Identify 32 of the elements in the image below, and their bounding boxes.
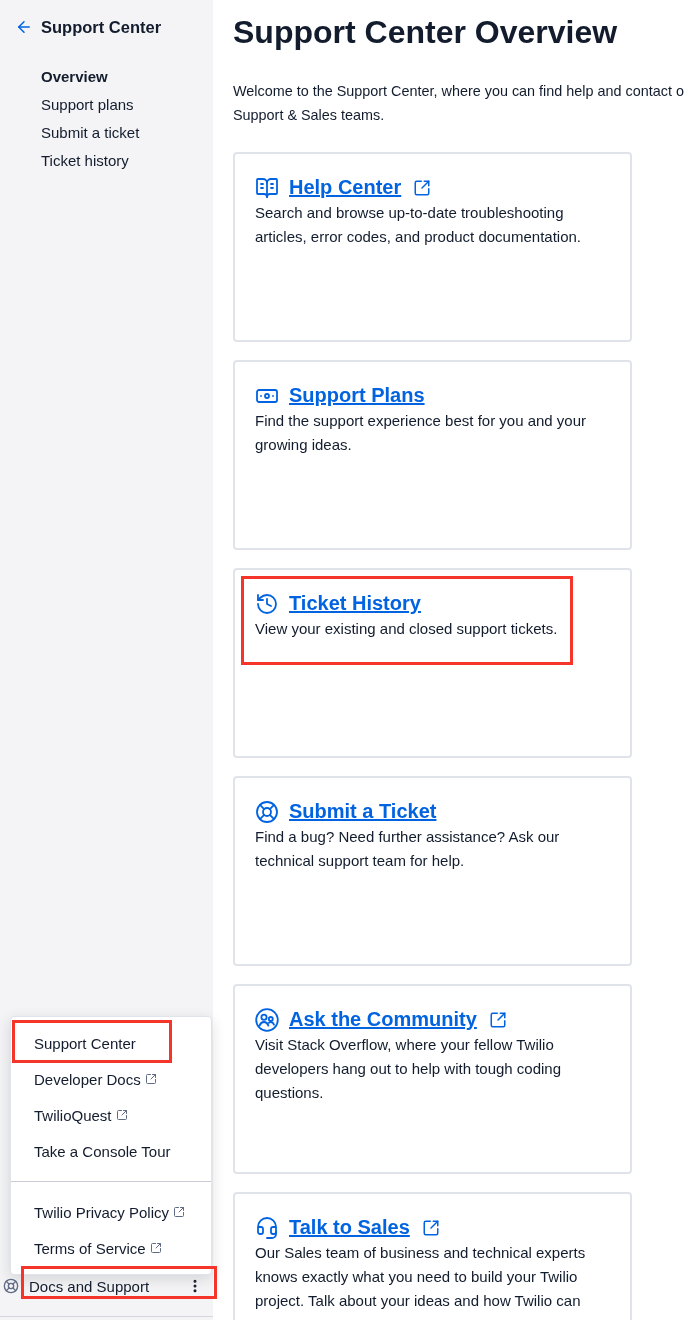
- lifebuoy-icon: [255, 799, 279, 824]
- card-description: Our Sales team of business and technical experts knows exactly what you need to build your Twilio project. Talk about your ideas and how Twilio can: [255, 1243, 587, 1311]
- card-description: Find the support experience best for you and your growing ideas.: [255, 411, 588, 455]
- card-title-link[interactable]: Ask the Community: [289, 1006, 477, 1033]
- sidebar-nav-item[interactable]: Ticket history: [41, 147, 129, 175]
- card-title-link[interactable]: Talk to Sales: [289, 1214, 410, 1241]
- card-description: Find a bug? Need further assistance? Ask our technical support team for help.: [255, 827, 561, 871]
- sidebar-nav-item[interactable]: Submit a ticket: [41, 119, 140, 147]
- card-title-link[interactable]: Support Plans: [289, 382, 425, 409]
- menu-item[interactable]: Take a Console Tour: [11, 1133, 211, 1169]
- headset-icon: [255, 1215, 279, 1240]
- sidebar-nav-item[interactable]: Support plans: [41, 91, 134, 119]
- menu-item[interactable]: Twilio Privacy Policy: [11, 1194, 211, 1230]
- card-description: View your existing and closed support tickets.: [255, 619, 559, 639]
- card-title-link[interactable]: Submit a Ticket: [289, 798, 437, 825]
- sidebar-title: Support Center: [41, 17, 162, 37]
- lifebuoy-icon: [3, 1278, 19, 1294]
- page-title: Support Center Overview: [233, 13, 619, 52]
- open-book-icon: [255, 175, 279, 200]
- card-title-link[interactable]: Ticket History: [289, 590, 421, 617]
- people-circle-icon: [255, 1007, 279, 1032]
- docs-support-button[interactable]: Docs and Support: [26, 1277, 153, 1295]
- intro-text: Welcome to the Support Center, where you can find help and contact o Support & Sales teams.: [233, 82, 684, 125]
- menu-item[interactable]: TwilioQuest: [11, 1097, 211, 1133]
- menu-item[interactable]: Support Center: [11, 1025, 211, 1061]
- menu-item[interactable]: Terms of Service: [11, 1230, 211, 1266]
- clock-arrow-icon: [255, 591, 279, 616]
- card-title-link[interactable]: Help Center: [289, 174, 402, 201]
- card-description: Search and browse up-to-date troubleshooting articles, error codes, and product documentation.: [255, 203, 582, 247]
- card-description: Visit Stack Overflow, where your fellow Twilio developers hang out to help with tough coding questions.: [255, 1035, 563, 1103]
- menu-item[interactable]: Developer Docs: [11, 1061, 211, 1097]
- sidebar-nav-item[interactable]: Overview: [41, 63, 108, 91]
